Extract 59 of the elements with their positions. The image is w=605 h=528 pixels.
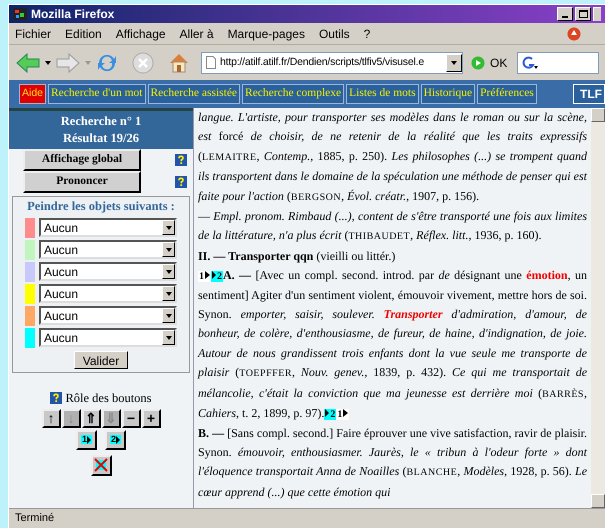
- article-paragraph: 1 2A. — [Avec un compl. second. introd. par de désignant une émotion, un sentiment] Agiter d'un sentiment violent, émouvoir vivement, mettre hors de soi. Synon. emporter, saisir, soulever. Transporter d'admiration, d'amour, de bonheur, de colère, d'enthousiasme, de fureur, de haine, d'indignation, de joie. Autour de nous grandissent trois enfants dont la vue seule me transporte de plaisir (TOEPFFER, Nouv. genev., 1839, p. 432). Ce qui me transportait de mélancolie, c'était la conviction que ma jeunesse est derrière moi (BARRÈS, Cahiers, t. 2, 1899, p. 97). 2 1: [198, 267, 587, 422]
- menu-item[interactable]: Affichage: [116, 24, 166, 42]
- help-icon[interactable]: [50, 392, 62, 404]
- select-dropdown[interactable]: Aucun: [39, 262, 177, 282]
- select-dropdown[interactable]: Aucun: [39, 328, 177, 348]
- menu-item[interactable]: Marque-pages: [228, 24, 305, 42]
- clear-highlight-button[interactable]: [90, 454, 112, 476]
- menu-item[interactable]: Outils: [318, 24, 350, 42]
- menu-item[interactable]: Aller à: [180, 24, 214, 42]
- search-result-header: Recherche n° 1 Résultat 19/26: [9, 108, 193, 149]
- select-dropdown[interactable]: Aucun: [39, 284, 177, 304]
- page-icon: [206, 56, 216, 69]
- crossed-marker-icon: [94, 458, 108, 472]
- url-text: http://atilf.atilf.fr/Dendien/scripts/tlfiv5/visusel.e: [220, 54, 425, 70]
- buttons-help-label: Rôle des boutons: [65, 390, 152, 407]
- nav-tab[interactable]: Recherche assistée: [148, 84, 240, 104]
- menu-item[interactable]: Fichier: [15, 24, 52, 42]
- maximize-button[interactable]: [575, 7, 591, 21]
- alert-icon: [567, 26, 581, 40]
- submit-button[interactable]: Valider: [74, 350, 128, 369]
- address-bar[interactable]: http://atilf.atilf.fr/Dendien/scripts/tlfiv5/visusel.e: [201, 52, 463, 74]
- nav-tab[interactable]: Préférences: [477, 84, 537, 104]
- action-button[interactable]: Prononcer: [23, 171, 141, 193]
- scrollbar[interactable]: [591, 108, 605, 508]
- select-dropdown[interactable]: Aucun: [39, 240, 177, 260]
- app-icon: [13, 8, 27, 20]
- article-paragraph: langue. L'artiste, pour transporter ses modèles dans le roman ou sur la scène, est forcé de choisir, de ne retenir de la réalité que les traits expressifs (LEMAITRE, Contemp., 1885, p. 250). Les philosophes (...) se trompent quand ils transportent dans le domaine de la spéculation une méthode de penser qui est faite pour l'action (BERGSON, Évol. créatr., 1907, p. 156).: [198, 109, 587, 205]
- action-button[interactable]: Affichage global: [23, 149, 141, 171]
- help-link[interactable]: Aide: [19, 84, 46, 104]
- tlf-logo: TLF: [573, 84, 605, 104]
- nav-tab[interactable]: Historique: [420, 84, 476, 104]
- navigation-button[interactable]: ↑: [42, 408, 60, 428]
- select-dropdown[interactable]: Aucun: [39, 218, 177, 238]
- window-title: Mozilla Firefox: [31, 6, 114, 23]
- level-jump-button[interactable]: 1: [76, 430, 97, 450]
- dropdown-caret-icon[interactable]: [45, 60, 51, 64]
- status-text: Terminé: [15, 511, 54, 526]
- navigation-button[interactable]: +: [142, 408, 160, 428]
- article-paragraph: B. — [Sans compl. second.] Faire éprouver une vive satisfaction, ravir de plaisir. Synon. émouvoir, enthousiasmer. Jaurès, le « tribun à l'odeur forte » dont l'éloquence transportait Anna de Noailles (BLANCHE, Modèles, 1928, p. 56). Le cœur apprend (...) que cette émotion qui: [198, 424, 587, 501]
- nav-tab[interactable]: Listes de mots: [346, 84, 419, 104]
- go-button[interactable]: OK: [471, 54, 508, 72]
- navigation-button[interactable]: ⇑: [82, 408, 100, 428]
- article-paragraph: II. — Transporter qqn (vieilli ou littér.): [198, 248, 396, 265]
- menu-item[interactable]: ?: [364, 24, 370, 42]
- go-icon: [471, 56, 485, 70]
- dropdown-button[interactable]: [446, 54, 462, 72]
- article-paragraph: — Empl. pronom. Rimbaud (...), content de s'être transporté une fois aux limites de la littérature, n'a plus écrit (THIBAUDET, Réflex. litt., 1936, p. 160).: [198, 208, 587, 244]
- menu-item[interactable]: Edition: [65, 24, 102, 42]
- help-icon[interactable]: [175, 176, 187, 188]
- search-field[interactable]: [517, 52, 599, 74]
- select-dropdown[interactable]: Aucun: [39, 306, 177, 326]
- nav-tab[interactable]: Recherche d'un mot: [48, 84, 146, 104]
- nav-tab[interactable]: Recherche complexe: [242, 84, 344, 104]
- level-jump-button[interactable]: 2: [105, 430, 126, 450]
- panel-title: Peindre les objets suivants :: [27, 198, 175, 215]
- navigation-button[interactable]: −: [122, 408, 140, 428]
- search-engine-icon: [522, 56, 538, 70]
- minimize-button[interactable]: [557, 7, 573, 21]
- help-icon[interactable]: [175, 154, 187, 166]
